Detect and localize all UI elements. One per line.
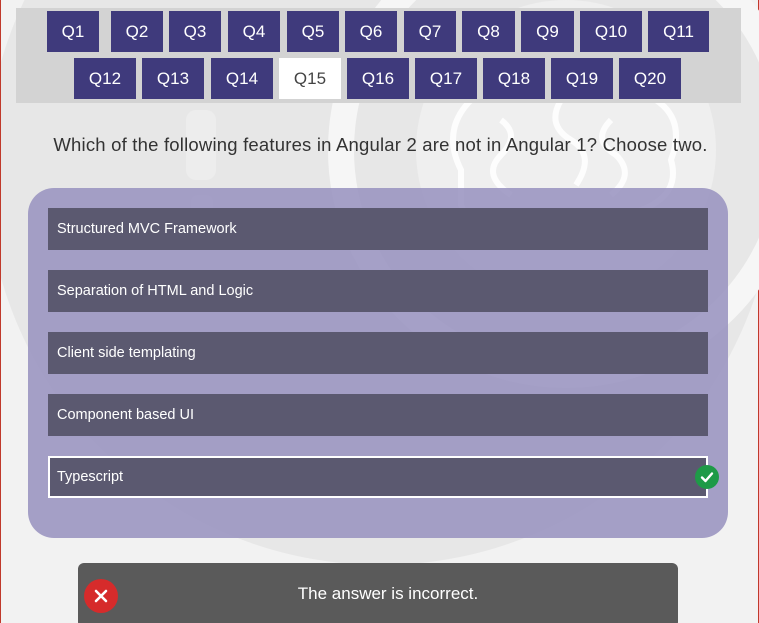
question-button-q5[interactable]: Q5 [287,11,339,52]
question-button-q16[interactable]: Q16 [347,58,409,99]
answers-panel: Structured MVC Framework Separation of H… [28,188,728,538]
feedback-banner: The answer is incorrect. [78,563,678,623]
question-button-q3[interactable]: Q3 [169,11,221,52]
question-text: Which of the following features in Angul… [53,134,708,155]
question-button-q13[interactable]: Q13 [142,58,204,99]
question-button-q8[interactable]: Q8 [462,11,515,52]
question-button-q1[interactable]: Q1 [47,11,99,52]
question-button-q19[interactable]: Q19 [551,58,613,99]
question-navigator: Q1 Q2 Q3 Q4 Q5 Q6 Q7 Q8 Q9 Q10 Q11 Q12 Q… [16,8,741,103]
answer-option-label: Typescript [57,469,124,485]
question-button-q9[interactable]: Q9 [521,11,574,52]
checkmark-icon [695,465,719,489]
feedback-text: The answer is incorrect. [297,584,479,603]
question-button-q17[interactable]: Q17 [415,58,477,99]
question-button-q14[interactable]: Q14 [211,58,273,99]
question-button-q10[interactable]: Q10 [580,11,642,52]
question-button-q7[interactable]: Q7 [404,11,456,52]
answer-option[interactable]: Structured MVC Framework [48,208,708,250]
question-button-q12[interactable]: Q12 [74,58,136,99]
question-button-q18[interactable]: Q18 [483,58,545,99]
answer-option-label: Component based UI [57,407,195,423]
answer-option-label: Separation of HTML and Logic [57,283,254,299]
question-button-q20[interactable]: Q20 [619,58,681,99]
question-button-q4[interactable]: Q4 [228,11,280,52]
answer-option-label: Client side templating [57,345,196,361]
answer-option[interactable]: Component based UI [48,394,708,436]
answer-option-selected[interactable]: Typescript [48,456,719,498]
answer-option-label: Structured MVC Framework [57,221,237,237]
answer-option[interactable]: Client side templating [48,332,708,374]
question-button-q15[interactable]: Q15 [279,58,341,99]
question-button-q11[interactable]: Q11 [648,11,709,52]
answer-option[interactable]: Separation of HTML and Logic [48,270,708,312]
question-button-q6[interactable]: Q6 [345,11,397,52]
question-button-q2[interactable]: Q2 [111,11,163,52]
